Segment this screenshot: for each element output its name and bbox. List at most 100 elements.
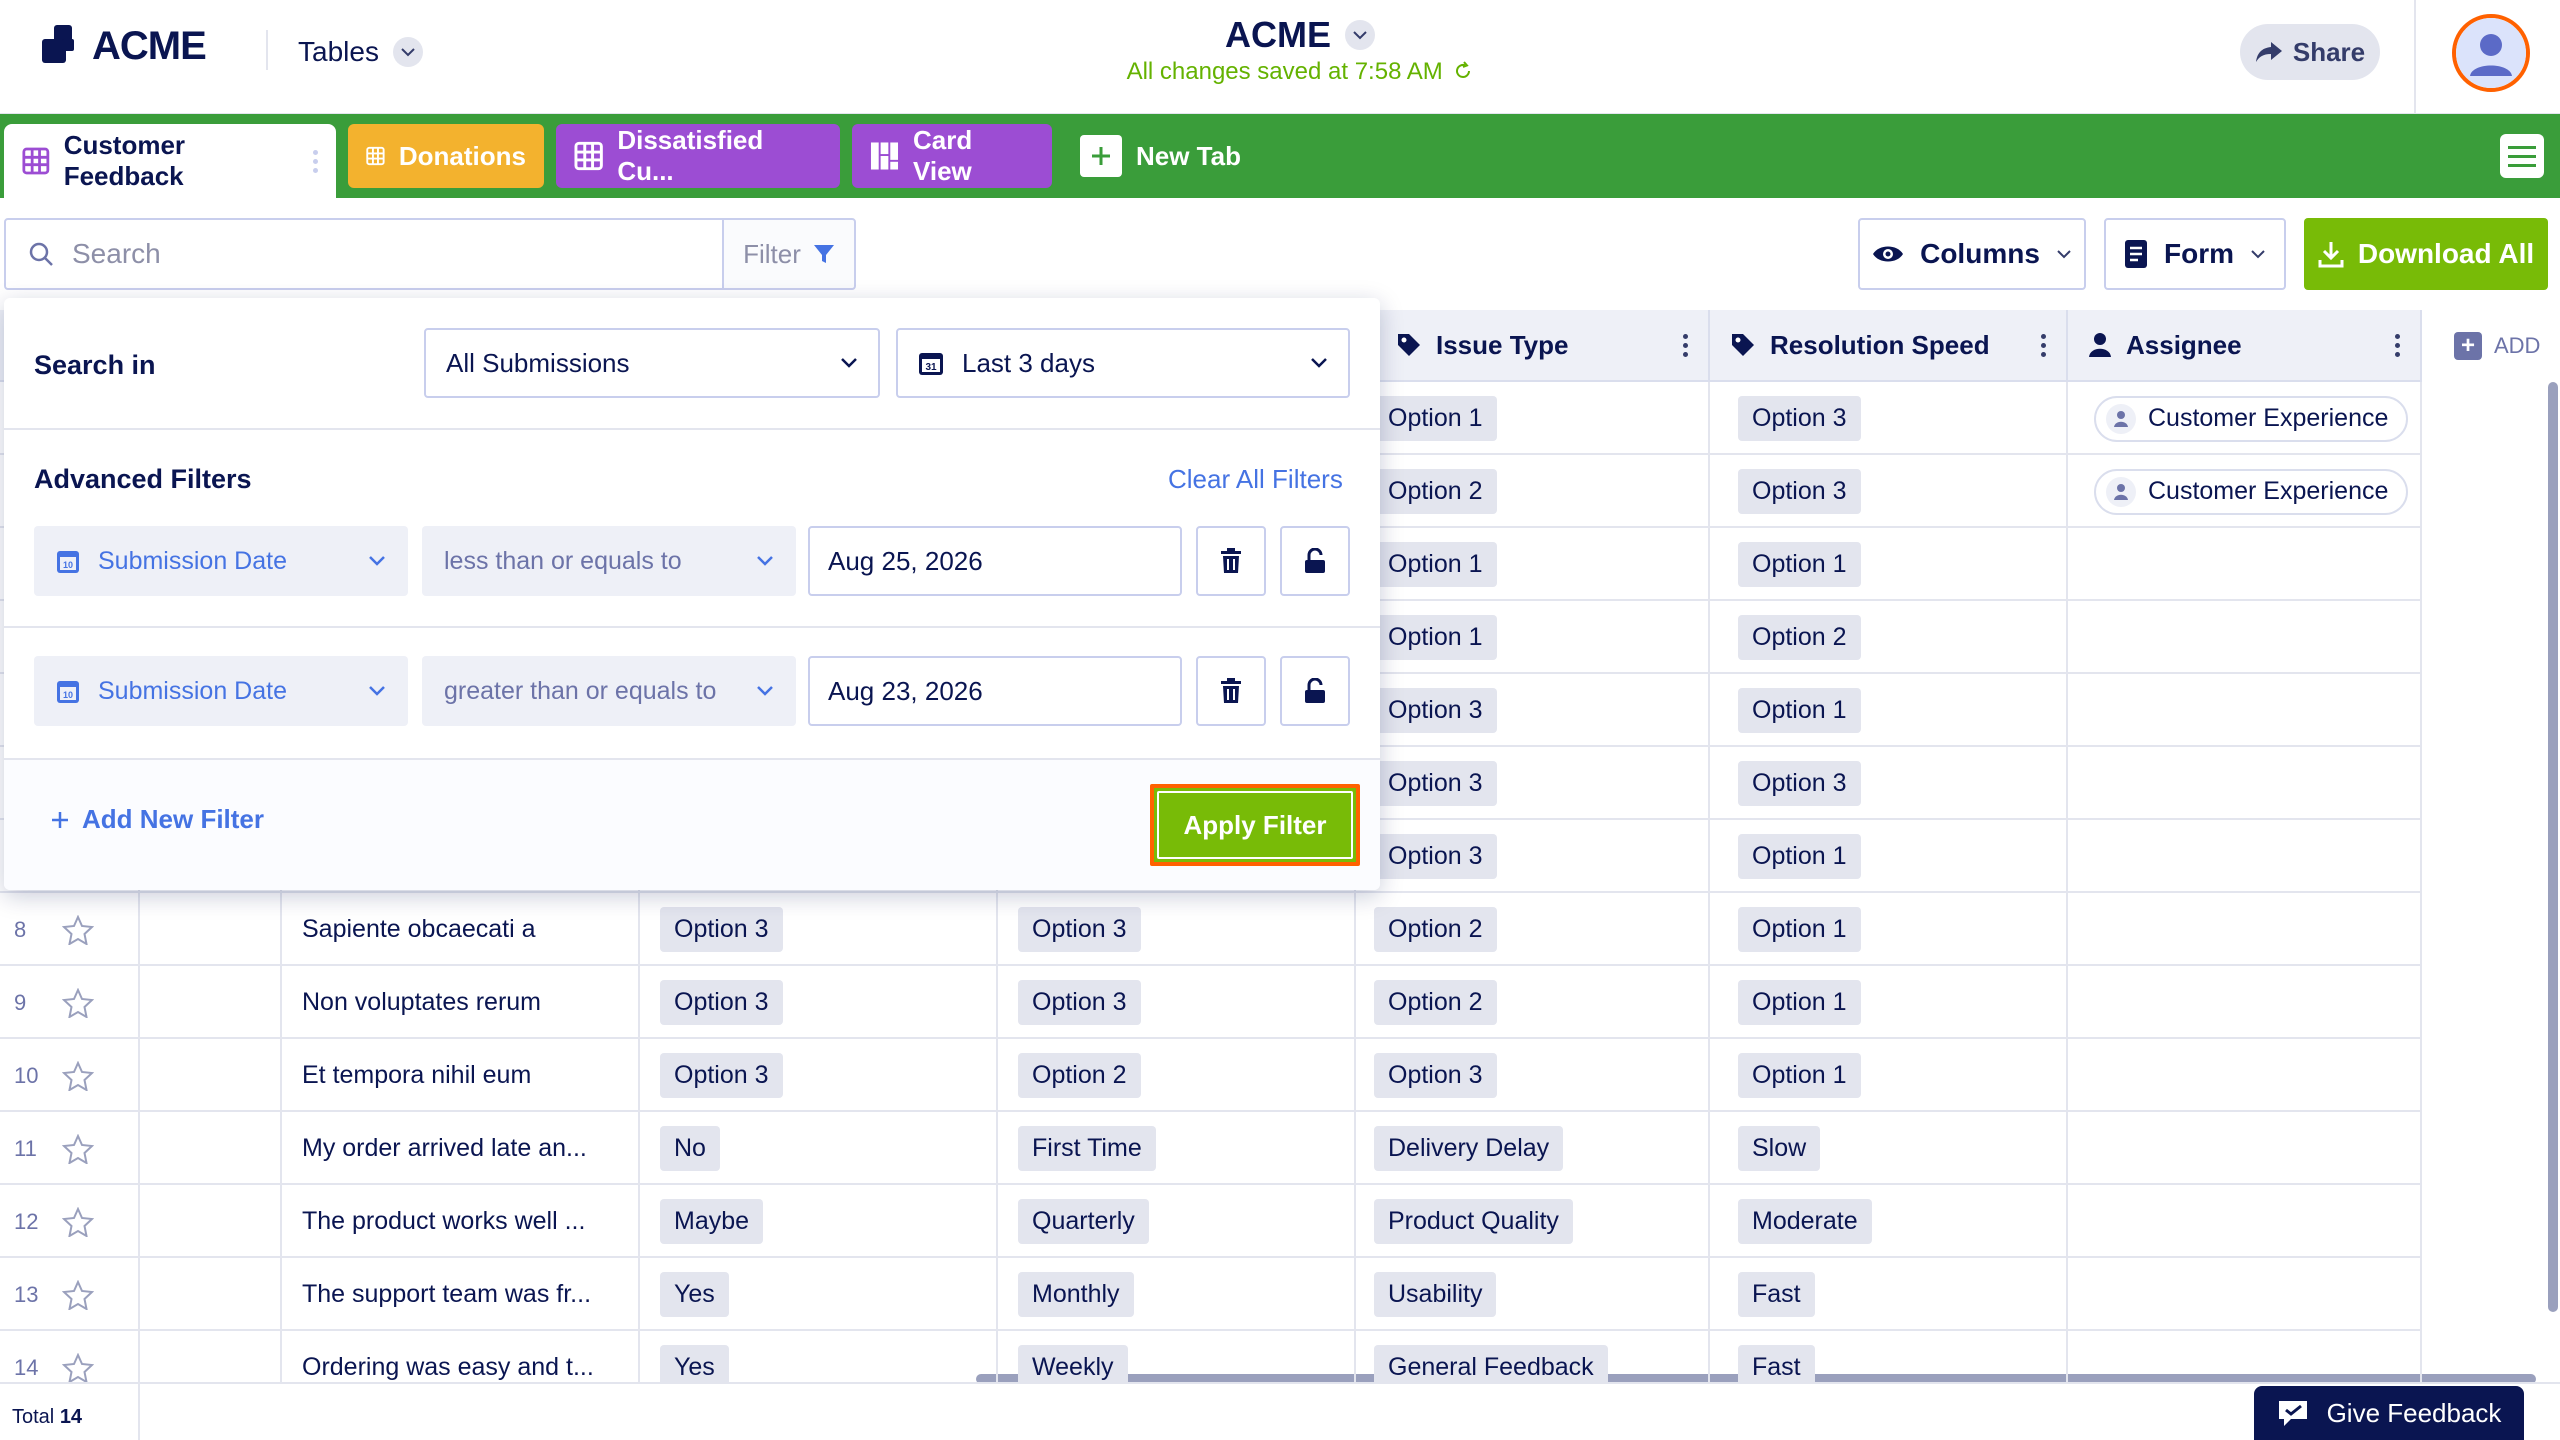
tables-dropdown[interactable]: Tables bbox=[298, 30, 423, 74]
column-header-assignee[interactable]: Assignee bbox=[2068, 310, 2422, 382]
table-cell[interactable] bbox=[140, 1039, 282, 1112]
issue-type-cell[interactable]: Usability bbox=[1356, 1258, 1710, 1331]
assignee-cell[interactable] bbox=[2068, 674, 2422, 747]
tab-donations[interactable]: Donations bbox=[348, 124, 544, 188]
tab-customer-feedback[interactable]: Customer Feedback bbox=[4, 124, 336, 198]
clear-all-filters-link[interactable]: Clear All Filters bbox=[1168, 464, 1343, 495]
resolution-speed-cell[interactable]: Option 1 bbox=[1710, 820, 2068, 893]
search-input[interactable]: Search bbox=[4, 218, 724, 290]
resolution-speed-cell[interactable]: Option 1 bbox=[1710, 1039, 2068, 1112]
assignee-cell[interactable]: Customer Experience bbox=[2068, 455, 2422, 528]
issue-type-cell[interactable]: Option 2 bbox=[1356, 455, 1710, 528]
table-cell[interactable] bbox=[140, 1112, 282, 1185]
assignee-cell[interactable] bbox=[2068, 1112, 2422, 1185]
new-tab-button[interactable]: New Tab bbox=[1062, 124, 1262, 188]
issue-type-cell[interactable]: Option 3 bbox=[1356, 674, 1710, 747]
assignee-cell[interactable] bbox=[2068, 528, 2422, 601]
table-cell[interactable]: Option 3 bbox=[998, 966, 1356, 1039]
table-cell[interactable]: Sapiente obcaecati a bbox=[282, 893, 640, 966]
issue-type-cell[interactable]: Option 1 bbox=[1356, 528, 1710, 601]
assignee-cell[interactable] bbox=[2068, 1185, 2422, 1258]
submission-scope-select[interactable]: All Submissions bbox=[424, 328, 880, 398]
row-select-cell[interactable] bbox=[0, 966, 140, 1039]
resolution-speed-cell[interactable]: Option 1 bbox=[1710, 966, 2068, 1039]
resolution-speed-cell[interactable]: Option 3 bbox=[1710, 455, 2068, 528]
resolution-speed-cell[interactable]: Slow bbox=[1710, 1112, 2068, 1185]
table-cell[interactable]: Option 3 bbox=[640, 1039, 998, 1112]
row-select-cell[interactable] bbox=[0, 1185, 140, 1258]
delete-filter-button[interactable] bbox=[1196, 526, 1266, 596]
assignee-cell[interactable] bbox=[2068, 893, 2422, 966]
filter-button[interactable]: Filter bbox=[722, 218, 856, 290]
date-range-select[interactable]: 31 Last 3 days bbox=[896, 328, 1350, 398]
table-cell[interactable]: Monthly bbox=[998, 1258, 1356, 1331]
issue-type-cell[interactable]: Option 2 bbox=[1356, 893, 1710, 966]
resolution-speed-cell[interactable]: Option 2 bbox=[1710, 601, 2068, 674]
form-button[interactable]: Form bbox=[2104, 218, 2286, 290]
issue-type-cell[interactable]: Option 3 bbox=[1356, 747, 1710, 820]
lock-filter-button[interactable] bbox=[1280, 526, 1350, 596]
apply-filter-button[interactable]: Apply Filter bbox=[1150, 784, 1360, 866]
filter-field-select[interactable]: 10 Submission Date bbox=[34, 656, 408, 726]
table-cell[interactable] bbox=[140, 1258, 282, 1331]
assignee-chip[interactable]: Customer Experience bbox=[2094, 468, 2409, 515]
tab-dissatisfied-customers[interactable]: Dissatisfied Cu... bbox=[556, 124, 840, 188]
table-cell[interactable]: First Time bbox=[998, 1112, 1356, 1185]
resolution-speed-cell[interactable]: Option 1 bbox=[1710, 674, 2068, 747]
issue-type-cell[interactable]: Option 3 bbox=[1356, 1039, 1710, 1112]
tab-options-icon[interactable] bbox=[313, 149, 318, 173]
table-row[interactable]: 10 Et tempora nihil eum Option 3 Option 2 Op… bbox=[0, 1039, 2422, 1112]
resolution-speed-cell[interactable]: Option 3 bbox=[1710, 747, 2068, 820]
download-all-button[interactable]: Download All bbox=[2304, 218, 2548, 290]
table-cell[interactable]: Option 3 bbox=[640, 966, 998, 1039]
row-select-cell[interactable] bbox=[0, 1112, 140, 1185]
column-options-icon[interactable] bbox=[2041, 333, 2046, 357]
assignee-cell[interactable] bbox=[2068, 747, 2422, 820]
table-cell[interactable]: My order arrived late an... bbox=[282, 1112, 640, 1185]
assignee-cell[interactable] bbox=[2068, 601, 2422, 674]
table-cell[interactable]: Quarterly bbox=[998, 1185, 1356, 1258]
assignee-cell[interactable] bbox=[2068, 1258, 2422, 1331]
add-new-filter-button[interactable]: Add New Filter bbox=[50, 804, 264, 835]
table-cell[interactable] bbox=[140, 893, 282, 966]
table-row[interactable]: 11 My order arrived late an... No First Tim… bbox=[0, 1112, 2422, 1185]
hamburger-menu-icon[interactable] bbox=[2500, 134, 2544, 178]
column-options-icon[interactable] bbox=[1683, 333, 1688, 357]
give-feedback-button[interactable]: Give Feedback bbox=[2254, 1386, 2524, 1440]
table-cell[interactable] bbox=[140, 966, 282, 1039]
filter-operator-select[interactable]: less than or equals to bbox=[422, 526, 796, 596]
table-cell[interactable] bbox=[140, 1185, 282, 1258]
filter-field-select[interactable]: 10 Submission Date bbox=[34, 526, 408, 596]
table-cell[interactable]: Option 3 bbox=[998, 893, 1356, 966]
resolution-speed-cell[interactable]: Fast bbox=[1710, 1258, 2068, 1331]
table-cell[interactable]: Non voluptates rerum bbox=[282, 966, 640, 1039]
acme-logo[interactable]: ACME bbox=[40, 24, 207, 68]
lock-filter-button[interactable] bbox=[1280, 656, 1350, 726]
resolution-speed-cell[interactable]: Option 1 bbox=[1710, 893, 2068, 966]
table-row[interactable]: 9 Non voluptates rerum Option 3 Option 3 Opt… bbox=[0, 966, 2422, 1039]
row-select-cell[interactable] bbox=[0, 1258, 140, 1331]
resolution-speed-cell[interactable]: Option 1 bbox=[1710, 528, 2068, 601]
table-row[interactable]: 12 The product works well ... Maybe Quarter… bbox=[0, 1185, 2422, 1258]
app-title[interactable]: ACME bbox=[1100, 14, 1500, 56]
issue-type-cell[interactable]: Option 1 bbox=[1356, 382, 1710, 455]
assignee-chip[interactable]: Customer Experience bbox=[2094, 395, 2409, 442]
table-cell[interactable]: No bbox=[640, 1112, 998, 1185]
table-cell[interactable]: The product works well ... bbox=[282, 1185, 640, 1258]
table-row[interactable]: 8 Sapiente obcaecati a Option 3 Option 3 Opt… bbox=[0, 893, 2422, 966]
table-cell[interactable]: Option 2 bbox=[998, 1039, 1356, 1112]
column-header-resolution-speed[interactable]: Resolution Speed bbox=[1710, 310, 2068, 382]
table-row[interactable]: 13 The support team was fr... Yes Monthly Us… bbox=[0, 1258, 2422, 1331]
assignee-cell[interactable] bbox=[2068, 966, 2422, 1039]
row-select-cell[interactable] bbox=[0, 893, 140, 966]
resolution-speed-cell[interactable]: Moderate bbox=[1710, 1185, 2068, 1258]
issue-type-cell[interactable]: Delivery Delay bbox=[1356, 1112, 1710, 1185]
share-button[interactable]: Share bbox=[2240, 24, 2380, 80]
table-cell[interactable]: Yes bbox=[640, 1258, 998, 1331]
table-cell[interactable]: Maybe bbox=[640, 1185, 998, 1258]
columns-button[interactable]: Columns bbox=[1858, 218, 2086, 290]
issue-type-cell[interactable]: Product Quality bbox=[1356, 1185, 1710, 1258]
row-select-cell[interactable] bbox=[0, 1039, 140, 1112]
table-cell[interactable]: Et tempora nihil eum bbox=[282, 1039, 640, 1112]
filter-date-input[interactable]: Aug 25, 2026 bbox=[808, 526, 1182, 596]
